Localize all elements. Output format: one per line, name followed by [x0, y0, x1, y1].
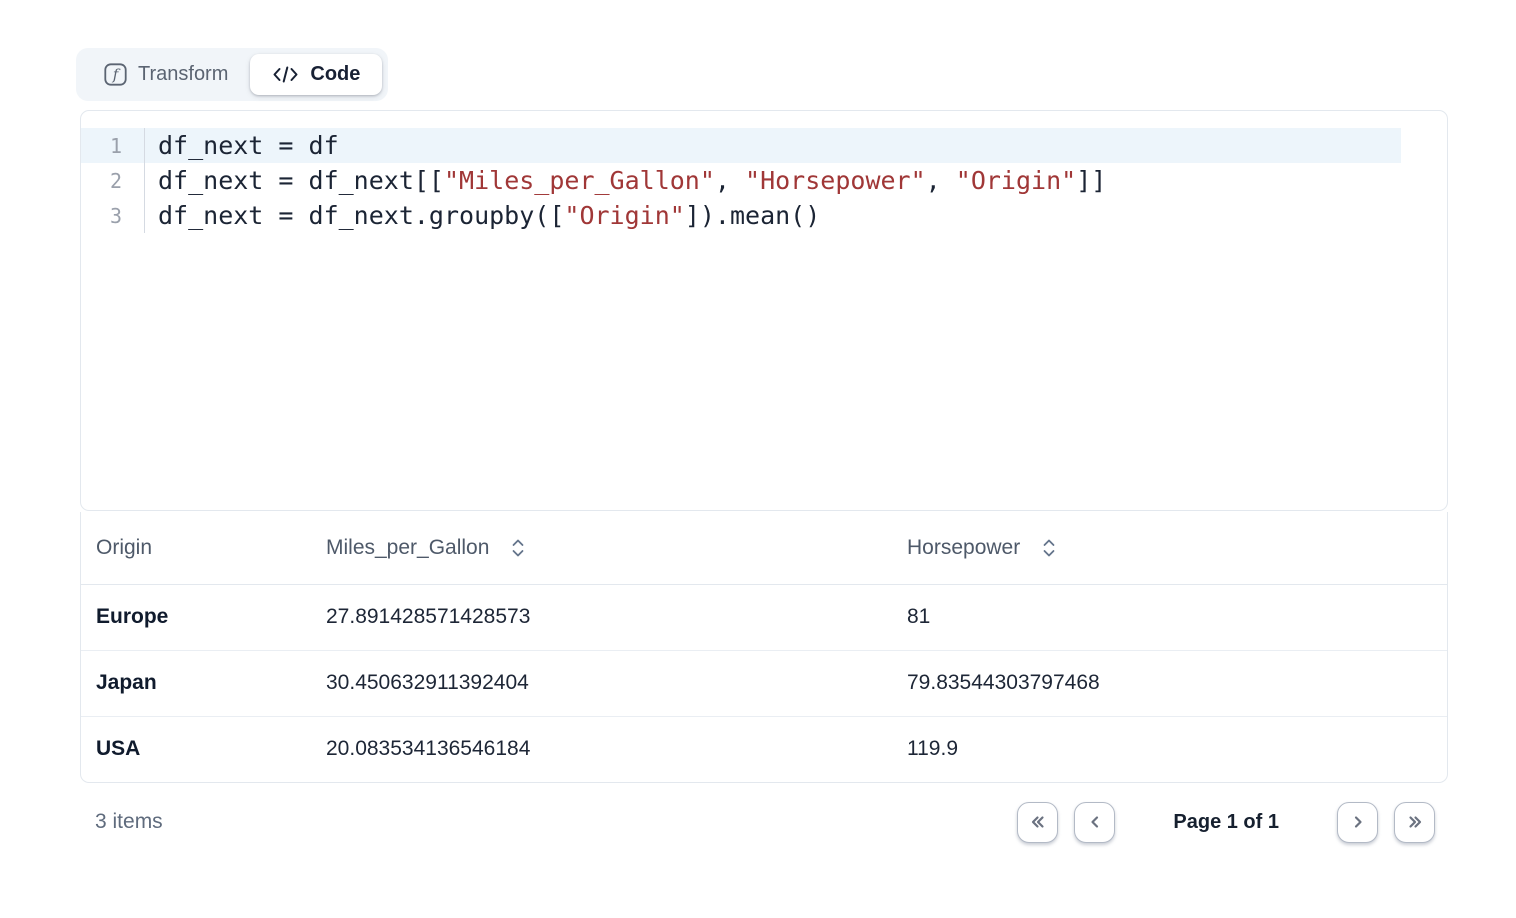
code-editor[interactable]: 1 df_next = df 2 df_next = df_next[["Mil…	[80, 110, 1448, 511]
prev-page-button[interactable]	[1074, 802, 1115, 843]
pagination: Page 1 of 1	[1017, 802, 1448, 843]
code-line-active: 1 df_next = df	[81, 128, 1401, 163]
cell-origin: Japan	[81, 650, 311, 716]
column-label: Miles_per_Gallon	[326, 536, 489, 560]
first-page-button[interactable]	[1017, 802, 1058, 843]
column-label: Origin	[96, 536, 152, 560]
code-line-text: df_next = df_next.groupby(["Origin"]).me…	[145, 201, 820, 230]
sort-icon	[1042, 538, 1056, 558]
code-token: ,	[926, 166, 956, 195]
code-lines: 1 df_next = df 2 df_next = df_next[["Mil…	[81, 128, 1401, 233]
view-mode-tabs: f Transform Code	[76, 48, 388, 101]
cell-origin: USA	[81, 716, 311, 782]
tab-code[interactable]: Code	[250, 54, 382, 95]
next-page-button[interactable]	[1337, 802, 1378, 843]
code-token: ]]	[1076, 166, 1106, 195]
double-chevron-right-icon	[1406, 813, 1424, 831]
table-header-row: Origin Miles_per_Gallon Horsepower	[81, 512, 1447, 584]
line-number: 2	[81, 163, 145, 198]
table-row: Europe 27.891428571428573 81	[81, 584, 1447, 650]
code-line-text: df_next = df_next[["Miles_per_Gallon", "…	[145, 166, 1106, 195]
code-icon	[272, 65, 299, 84]
page-indicator: Page 1 of 1	[1173, 811, 1279, 834]
column-header-origin: Origin	[81, 512, 311, 584]
table-row: Japan 30.450632911392404 79.835443037974…	[81, 650, 1447, 716]
code-token: df_next = df	[158, 131, 339, 160]
sort-icon	[511, 538, 525, 558]
items-count: 3 items	[80, 810, 163, 834]
chevron-left-icon	[1086, 813, 1104, 831]
cell-horsepower: 81	[892, 584, 1447, 650]
code-token: ]).mean()	[685, 201, 820, 230]
code-string-token: "Origin"	[564, 201, 684, 230]
code-line: 2 df_next = df_next[["Miles_per_Gallon",…	[81, 163, 1401, 198]
double-chevron-left-icon	[1029, 813, 1047, 831]
column-header-horsepower[interactable]: Horsepower	[892, 512, 1447, 584]
cell-miles-per-gallon: 20.083534136546184	[311, 716, 892, 782]
column-label: Horsepower	[907, 536, 1020, 560]
svg-text:f: f	[112, 66, 121, 84]
last-page-button[interactable]	[1394, 802, 1435, 843]
tab-transform[interactable]: f Transform	[82, 54, 250, 95]
code-string-token: "Miles_per_Gallon"	[444, 166, 715, 195]
code-line: 3 df_next = df_next.groupby(["Origin"]).…	[81, 198, 1401, 233]
cell-origin: Europe	[81, 584, 311, 650]
code-string-token: "Origin"	[956, 166, 1076, 195]
cell-miles-per-gallon: 27.891428571428573	[311, 584, 892, 650]
function-icon: f	[104, 63, 127, 86]
tab-code-label: Code	[310, 63, 360, 86]
dataframe-transform-panel: f Transform Code 1 df_next = df 2 df_nex…	[0, 0, 1516, 844]
code-line-text: df_next = df	[145, 131, 339, 160]
results-table: Origin Miles_per_Gallon Horsepower	[80, 512, 1448, 783]
table-footer: 3 items Page 1 of 1	[80, 800, 1448, 844]
cell-horsepower: 119.9	[892, 716, 1447, 782]
line-number: 3	[81, 198, 145, 233]
column-header-miles-per-gallon[interactable]: Miles_per_Gallon	[311, 512, 892, 584]
chevron-right-icon	[1349, 813, 1367, 831]
code-string-token: "Horsepower"	[745, 166, 926, 195]
cell-miles-per-gallon: 30.450632911392404	[311, 650, 892, 716]
cell-horsepower: 79.83544303797468	[892, 650, 1447, 716]
code-token: df_next = df_next[[	[158, 166, 444, 195]
code-token: ,	[715, 166, 745, 195]
code-token: df_next = df_next.groupby([	[158, 201, 564, 230]
line-number: 1	[81, 128, 145, 163]
tab-transform-label: Transform	[138, 63, 228, 86]
table-row: USA 20.083534136546184 119.9	[81, 716, 1447, 782]
